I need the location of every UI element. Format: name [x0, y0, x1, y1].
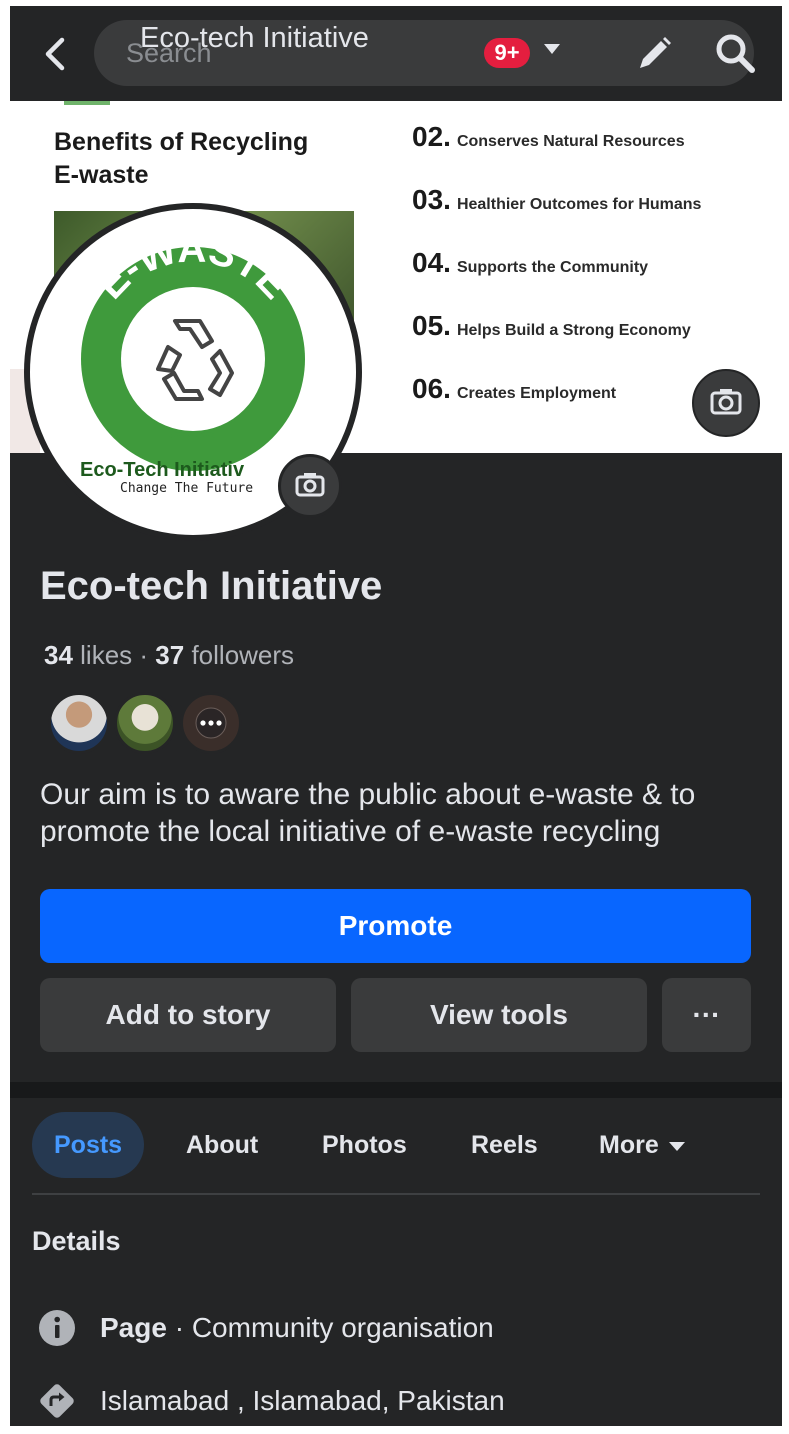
benefit-text: Conserves Natural Resources: [456, 133, 685, 150]
page-frame: Search Eco-tech Initiative 9+ Benefits o…: [10, 6, 782, 1426]
camera-icon: [295, 473, 325, 497]
add-to-story-button[interactable]: Add to story: [40, 978, 336, 1052]
top-bar: Search Eco-tech Initiative 9+: [10, 6, 782, 101]
likes-label[interactable]: likes: [80, 640, 132, 670]
page-name: Eco-tech Initiative: [40, 564, 383, 608]
chevron-down-icon[interactable]: [544, 44, 560, 54]
location-text: Islamabad , Islamabad, Pakistan: [100, 1385, 505, 1416]
tab-about[interactable]: About: [186, 1112, 258, 1178]
tab-more-label: More: [599, 1131, 659, 1159]
benefit-item: 02. Conserves Natural Resources: [412, 121, 701, 184]
page-title-header[interactable]: Eco-tech Initiative: [140, 22, 369, 55]
tab-reels[interactable]: Reels: [471, 1112, 538, 1178]
benefit-text: Helps Build a Strong Economy: [456, 322, 691, 339]
logo-tagline: Change The Future: [120, 481, 254, 496]
tab-posts[interactable]: Posts: [32, 1112, 145, 1178]
detail-page-type: Page · Community organisation: [38, 1308, 494, 1348]
search-icon[interactable]: [714, 32, 756, 74]
benefit-number: 04.: [412, 247, 451, 278]
page-stats: 34 likes · 37 followers: [44, 640, 294, 671]
tab-more[interactable]: More: [599, 1112, 685, 1178]
more-options-button[interactable]: ···: [662, 978, 751, 1052]
cover-title: Benefits of Recycling E-waste: [54, 128, 309, 189]
followers-count[interactable]: 37: [155, 640, 184, 670]
section-divider: [10, 1082, 782, 1098]
profile-camera-button[interactable]: [278, 454, 342, 518]
followers-label[interactable]: followers: [191, 640, 294, 670]
chevron-down-icon: [668, 1141, 685, 1151]
pencil-icon[interactable]: [634, 34, 674, 74]
benefit-text: Supports the Community: [456, 259, 649, 276]
directions-icon: [40, 1384, 74, 1418]
page-bio: Our aim is to aware the public about e-w…: [40, 778, 696, 848]
benefit-item: 06. Creates Employment: [412, 373, 701, 436]
avatar[interactable]: [114, 692, 176, 754]
benefit-item: 05. Helps Build a Strong Economy: [412, 310, 701, 373]
back-arrow-icon[interactable]: [40, 36, 70, 72]
avatar[interactable]: [48, 692, 110, 754]
view-tools-button[interactable]: View tools: [351, 978, 647, 1052]
cover-camera-button[interactable]: [692, 369, 760, 437]
detail-location[interactable]: Islamabad , Islamabad, Pakistan: [38, 1381, 505, 1421]
notification-badge: 9+: [484, 38, 530, 68]
benefit-number: 03.: [412, 184, 451, 215]
info-icon: [39, 1310, 75, 1346]
benefits-list: 02. Conserves Natural Resources 03. Health…: [412, 121, 701, 436]
benefit-number: 06.: [412, 373, 451, 404]
benefit-text: Creates Employment: [456, 385, 617, 402]
benefit-text: Healthier Outcomes for Humans: [456, 196, 702, 213]
benefit-number: 02.: [412, 121, 451, 152]
likes-count[interactable]: 34: [44, 640, 73, 670]
more-dots-icon: [195, 707, 227, 739]
benefit-item: 03. Healthier Outcomes for Humans: [412, 184, 701, 247]
benefit-number: 05.: [412, 310, 451, 341]
detail-page-value: Community organisation: [191, 1312, 494, 1343]
cover-accent: [64, 101, 110, 105]
more-avatars[interactable]: [180, 692, 242, 754]
detail-separator: ·: [166, 1312, 192, 1343]
tabs-divider: [32, 1193, 760, 1195]
logo-org-name: Eco-Tech Initiativ: [80, 459, 245, 481]
benefit-item: 04. Supports the Community: [412, 247, 701, 310]
camera-icon: [710, 389, 742, 415]
dot-separator: ·: [139, 640, 156, 670]
detail-page-label: Page: [100, 1312, 167, 1343]
details-heading: Details: [32, 1226, 121, 1256]
promote-button[interactable]: Promote: [40, 889, 751, 963]
tab-photos[interactable]: Photos: [322, 1112, 407, 1178]
